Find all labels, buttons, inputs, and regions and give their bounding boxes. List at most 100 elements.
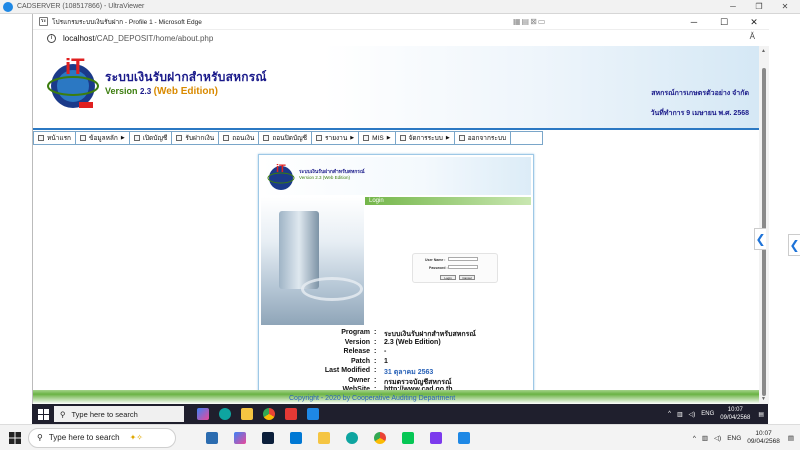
home-icon — [38, 135, 44, 141]
remote-taskbar-app-chrome[interactable] — [260, 405, 278, 423]
info-row: Patch:1 — [350, 357, 388, 365]
report-icon — [316, 135, 323, 141]
edge-minimize-button[interactable]: ─ — [681, 15, 707, 29]
search-icon: ⚲ — [37, 433, 43, 442]
local-taskbar-app-chrome[interactable] — [370, 428, 390, 448]
local-taskbar-app-outlook[interactable] — [286, 428, 306, 448]
page-scrollbar[interactable]: ▲ ▼ — [759, 46, 769, 404]
tray-chevron-icon[interactable]: ^ — [668, 411, 671, 417]
edge-maximize-button[interactable]: ☐ — [711, 15, 737, 29]
tray-chevron-icon[interactable]: ^ — [693, 435, 696, 442]
remote-taskbar-app-anydesk[interactable] — [282, 405, 300, 423]
admin-icon — [399, 135, 406, 141]
edge-window-title: โปรแกรมระบบเงินรับฝาก - Profile 1 - Micr… — [52, 18, 202, 26]
remote-taskbar: ⚲ Type here to search ^ ▥ ◁) ENG 10:07 0… — [32, 404, 768, 424]
remote-taskbar-app-copilot[interactable] — [194, 405, 212, 423]
working-date: วันที่ทำการ 9 เมษายน พ.ศ. 2568 — [650, 110, 749, 117]
ultraviewer-minimize-button[interactable]: ─ — [720, 0, 746, 14]
info-row: Version:2.3 (Web Edition) — [344, 338, 441, 346]
login-button[interactable]: Login — [440, 275, 456, 280]
computer-illustration — [261, 197, 364, 325]
notification-icon[interactable]: ▤ — [758, 411, 764, 418]
remote-taskbar-app-edge[interactable] — [216, 405, 234, 423]
local-taskbar-app-game[interactable] — [426, 428, 446, 448]
scroll-down-icon[interactable]: ▼ — [761, 396, 766, 402]
local-clock[interactable]: 10:07 09/04/2568 — [747, 430, 780, 446]
about-header: iT ระบบเงินรับฝากสำหรับสหกรณ์ Version 2.… — [261, 157, 531, 195]
local-taskbar-app-ultraviewer[interactable] — [454, 428, 474, 448]
mis-icon — [363, 135, 370, 141]
local-start-button[interactable] — [2, 425, 28, 451]
svg-text:iT: iT — [65, 54, 85, 79]
username-input[interactable] — [448, 257, 478, 261]
ultraviewer-title: CADSERVER (108517866) - UltraViewer — [17, 3, 145, 10]
svg-text:iT: iT — [276, 163, 286, 175]
local-taskbar-app-explorer[interactable] — [314, 428, 334, 448]
copyright-text: Copyright - 2020 by Cooperative Auditing… — [289, 395, 456, 402]
volume-icon[interactable]: ◁) — [689, 411, 696, 418]
web-page: iT ระบบเงินรับฝากสำหรับสหกรณ์ Version 2.… — [33, 46, 759, 404]
remote-search-box[interactable]: ⚲ Type here to search — [54, 406, 184, 422]
cancel-button[interactable]: Cancel — [459, 275, 475, 280]
remote-side-tab-arrow-icon[interactable]: ❮ — [754, 228, 766, 250]
remote-taskbar-app-ultraviewer[interactable] — [304, 405, 322, 423]
notification-icon[interactable]: ▤ — [788, 434, 794, 442]
menu-item-system-admin[interactable]: จัดการระบบ ▶ — [396, 132, 455, 144]
ultraviewer-toolbar-icons[interactable]: ▦▤⊠▭ — [513, 17, 546, 26]
ultraviewer-close-button[interactable]: ✕ — [772, 0, 798, 14]
local-taskbar-app-photoshop[interactable] — [258, 428, 278, 448]
remote-system-tray: ^ ▥ ◁) ENG 10:07 09/04/2568 ▤ — [668, 404, 764, 424]
logout-icon — [458, 135, 465, 141]
deposit-icon — [176, 135, 183, 141]
search-icon: ⚲ — [60, 409, 66, 419]
program-info: Program: ระบบเงินรับฝากสำหรับสหกรณ์ Versi… — [259, 329, 535, 396]
info-row: Last Modified:31 ตุลาคม 2563 — [324, 367, 434, 376]
address-bar[interactable]: i localhost /CAD_DEPOSIT/home/about.php … — [33, 30, 769, 46]
remote-taskbar-app-explorer[interactable] — [238, 405, 256, 423]
submenu-arrow-icon: ▶ — [120, 135, 125, 141]
submenu-arrow-icon: ▶ — [350, 135, 355, 141]
password-input[interactable] — [448, 265, 478, 269]
version-label: Version — [105, 86, 138, 96]
organization-name: สหกรณ์การเกษตรตัวอย่าง จำกัด — [651, 90, 749, 97]
ultraviewer-title-bar: CADSERVER (108517866) - UltraViewer ─ ❐ … — [0, 0, 800, 14]
ultraviewer-restore-button[interactable]: ❐ — [746, 0, 772, 14]
remote-search-placeholder: Type here to search — [71, 409, 138, 419]
menu-item-logout[interactable]: ออกจากระบบ — [455, 132, 512, 144]
local-taskbar: ⚲ Type here to search ✦✧ ^ ▥ ◁) ENG 10:0… — [0, 424, 800, 450]
password-label: Password : — [429, 266, 448, 270]
submenu-arrow-icon: ▶ — [386, 135, 391, 141]
local-taskbar-app-copilot[interactable] — [230, 428, 250, 448]
address-host[interactable]: localhost — [63, 34, 95, 43]
local-lang-indicator[interactable]: ENG — [727, 435, 741, 442]
login-bar: Login — [365, 197, 531, 205]
local-taskbar-app-edge[interactable] — [342, 428, 362, 448]
menu-item-reports[interactable]: รายงาน ▶ — [312, 132, 360, 144]
edge-close-button[interactable]: ✕ — [741, 15, 767, 29]
site-info-icon[interactable]: i — [47, 33, 56, 43]
network-icon[interactable]: ▥ — [702, 434, 708, 442]
menu-item-open-account[interactable]: เปิดบัญชี — [130, 132, 173, 144]
menu-item-withdraw[interactable]: ถอนเงิน — [219, 132, 260, 144]
scroll-up-icon[interactable]: ▲ — [761, 48, 766, 54]
local-search-box[interactable]: ⚲ Type here to search ✦✧ — [28, 427, 176, 448]
address-path[interactable]: /CAD_DEPOSIT/home/about.php — [95, 34, 214, 43]
about-box: iT ระบบเงินรับฝากสำหรับสหกรณ์ Version 2.… — [258, 154, 534, 394]
volume-icon[interactable]: ◁) — [714, 434, 721, 442]
menu-item-master-data[interactable]: ข้อมูลหลัก ▶ — [76, 132, 130, 144]
windows-logo-icon — [9, 431, 21, 444]
edition-label: (Web Edition) — [153, 86, 218, 97]
menu-item-mis[interactable]: MIS ▶ — [359, 132, 396, 144]
local-taskbar-app-store[interactable] — [202, 428, 222, 448]
remote-clock[interactable]: 10:07 09/04/2568 — [720, 406, 750, 422]
network-icon[interactable]: ▥ — [677, 411, 683, 418]
viewer-side-tab-arrow-icon[interactable]: ❮ — [788, 234, 800, 256]
read-aloud-icon[interactable]: Ă — [750, 32, 755, 41]
menu-item-close-account[interactable]: ถอนปิดบัญชี — [259, 132, 313, 144]
local-taskbar-app-line[interactable] — [398, 428, 418, 448]
menu-item-home[interactable]: หน้าแรก — [34, 132, 76, 144]
remote-lang-indicator[interactable]: ENG — [701, 411, 714, 417]
remote-start-button[interactable] — [32, 404, 54, 424]
menu-item-deposit[interactable]: รับฝากเงิน — [172, 132, 220, 144]
remote-desktop: ระ โปรแกรมระบบเงินรับฝาก - Profile 1 - M… — [32, 14, 769, 404]
